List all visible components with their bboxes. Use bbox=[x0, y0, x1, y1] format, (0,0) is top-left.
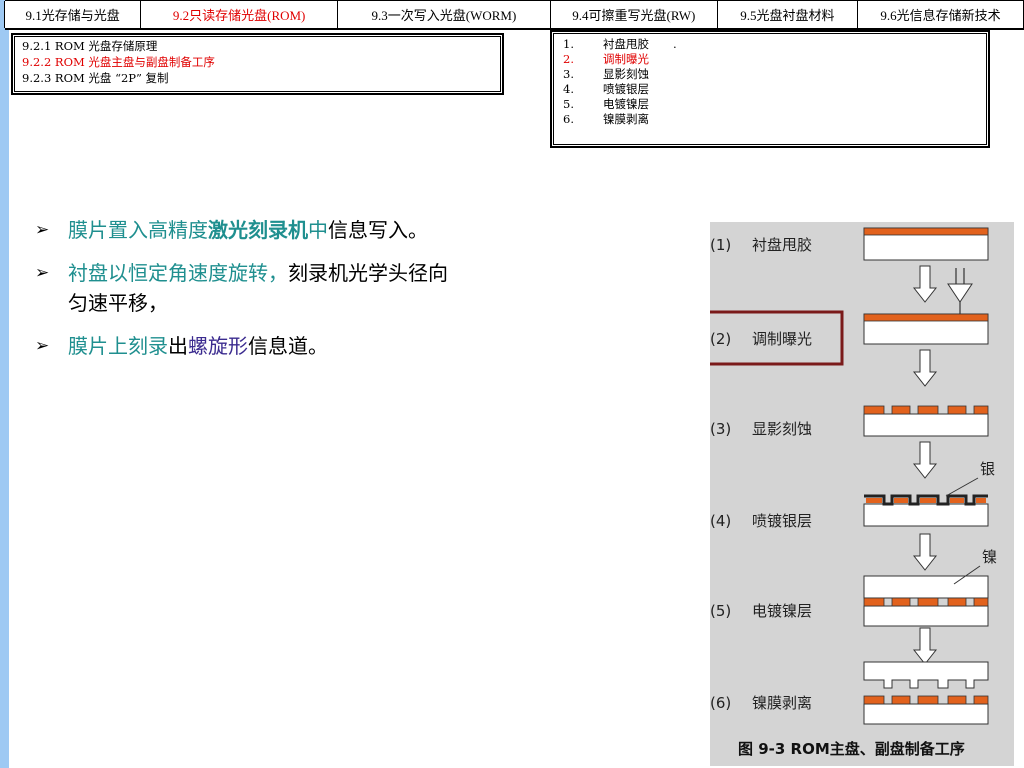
step-link-5[interactable]: 5. 电镀镍层 bbox=[563, 97, 988, 112]
figure-step-4-label: 喷镀银层 bbox=[752, 512, 812, 530]
figure-step-5-label: 电镀镍层 bbox=[752, 602, 812, 620]
substrate-3 bbox=[863, 413, 989, 437]
tab-9-6[interactable]: 9.6光信息存储新技术 bbox=[856, 1, 1024, 28]
substrate-5 bbox=[863, 605, 989, 627]
step-link-2[interactable]: 2. 调制曝光 bbox=[563, 52, 988, 67]
resist-layer-1 bbox=[863, 227, 989, 236]
figure-caption: 图 9-3 ROM主盘、副盘制备工序 bbox=[738, 740, 965, 758]
nickel-callout: 镍 bbox=[982, 548, 997, 566]
figure-step-6-label: 镍膜剥离 bbox=[752, 694, 812, 712]
step-link-4[interactable]: 4. 喷镀银层 bbox=[563, 82, 988, 97]
figure-step-1-label: 衬盘甩胶 bbox=[752, 236, 812, 254]
bullet-list: ➢ 膜片置入高精度激光刻录机中信息写入。 ➢ 衬盘以恒定角速度旋转，刻录机光学头… bbox=[35, 215, 595, 374]
chapter-tabs: 9.1光存储与光盘 9.2只读存储光盘(ROM) 9.3一次写入光盘(WORM)… bbox=[4, 0, 1024, 30]
bullet-item: ➢ 衬盘以恒定角速度旋转，刻录机光学头径向 匀速平移， bbox=[35, 258, 595, 318]
tab-9-1[interactable]: 9.1光存储与光盘 bbox=[4, 1, 142, 28]
tab-9-3[interactable]: 9.3一次写入光盘(WORM) bbox=[337, 1, 551, 28]
etched-resist-3 bbox=[863, 405, 989, 415]
tab-9-4[interactable]: 9.4可擦重写光盘(RW) bbox=[549, 1, 718, 28]
subsection-menu: 9.2.1 ROM 光盘存储原理 9.2.2 ROM 光盘主盘与副盘制备工序 9… bbox=[11, 33, 504, 95]
figure-step-3-label: 显影刻蚀 bbox=[752, 420, 812, 438]
subsection-link-9-2-2[interactable]: 9.2.2 ROM 光盘主盘与副盘制备工序 bbox=[22, 54, 502, 70]
subsection-link-9-2-3[interactable]: 9.2.3 ROM 光盘 “2P” 复制 bbox=[22, 70, 502, 86]
peeled-nickel-6 bbox=[863, 661, 989, 689]
resist-layer-2 bbox=[863, 313, 989, 322]
arrow-bullet-icon: ➢ bbox=[35, 263, 50, 283]
silver-callout: 银 bbox=[980, 460, 995, 478]
substrate-6 bbox=[863, 703, 989, 725]
nickel-layer-5 bbox=[863, 575, 989, 599]
tab-9-2[interactable]: 9.2只读存储光盘(ROM) bbox=[140, 1, 339, 28]
figure-step-2-label: 调制曝光 bbox=[752, 330, 812, 348]
laser-beam-icon bbox=[947, 268, 973, 314]
figure-step-3-num: (3) bbox=[710, 420, 731, 438]
step-link-1[interactable]: 1. 衬盘甩胶. bbox=[563, 37, 988, 52]
figure-step-5-num: (5) bbox=[710, 602, 731, 620]
arrow-bullet-icon: ➢ bbox=[35, 336, 50, 356]
process-steps-menu: 1. 衬盘甩胶. 2. 调制曝光 3. 显影刻蚀 4. 喷镀银层 5. 电镀镍层 6. 镍膜… bbox=[550, 30, 990, 148]
process-figure: (1) 衬盘甩胶 (2) 调制曝光 (3) 显影刻蚀 (4) 喷镀银层 银 (5… bbox=[710, 222, 1014, 766]
subsection-link-9-2-1[interactable]: 9.2.1 ROM 光盘存储原理 bbox=[22, 38, 502, 54]
figure-step-2-num: (2) bbox=[710, 330, 731, 348]
step-link-3[interactable]: 3. 显影刻蚀 bbox=[563, 67, 988, 82]
figure-step-6-num: (6) bbox=[710, 694, 731, 712]
arrow-bullet-icon: ➢ bbox=[35, 220, 50, 240]
tab-9-5[interactable]: 9.5光盘衬盘材料 bbox=[716, 1, 858, 28]
figure-step-4-num: (4) bbox=[710, 512, 731, 530]
step-link-6[interactable]: 6. 镍膜剥离 bbox=[563, 112, 988, 127]
left-accent-bar bbox=[0, 0, 9, 768]
bullet-item: ➢ 膜片上刻录出螺旋形信息道。 bbox=[35, 331, 595, 361]
figure-step-1-num: (1) bbox=[710, 236, 731, 254]
bullet-item: ➢ 膜片置入高精度激光刻录机中信息写入。 bbox=[35, 215, 595, 245]
substrate-4 bbox=[863, 503, 989, 527]
